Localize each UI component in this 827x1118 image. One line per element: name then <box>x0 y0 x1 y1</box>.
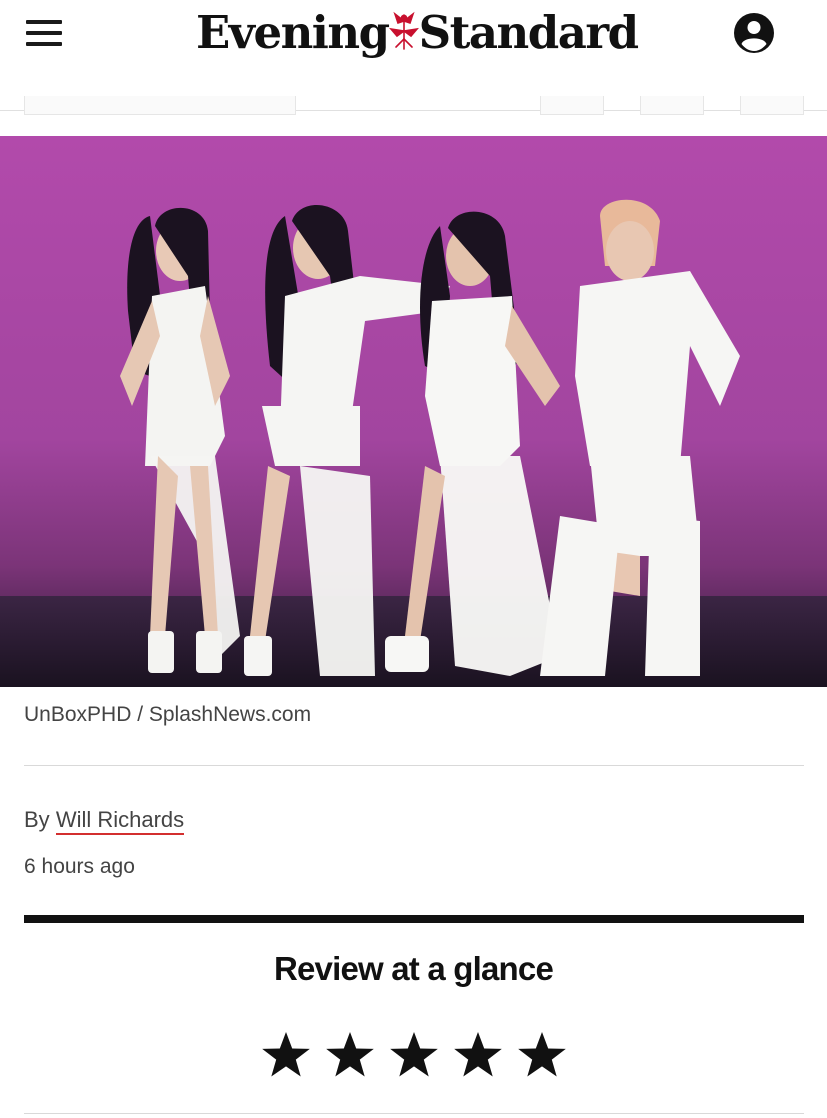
byline-prefix: By <box>24 807 50 832</box>
hamburger-menu-icon[interactable] <box>26 20 62 46</box>
nav-placeholder-2 <box>640 96 704 115</box>
concert-photo <box>0 136 827 687</box>
star-icon <box>389 1032 438 1077</box>
nav-placeholder-search <box>24 96 296 115</box>
site-header: Evening Standard <box>0 0 827 115</box>
logo-emblem-icon <box>388 11 419 50</box>
star-rating <box>0 1030 827 1080</box>
logo-text-right: Standard <box>418 5 639 59</box>
star-icon <box>325 1032 374 1077</box>
divider <box>24 765 804 766</box>
hero-image[interactable] <box>0 136 827 687</box>
publish-timestamp: 6 hours ago <box>24 855 135 878</box>
site-logo[interactable]: Evening Standard <box>196 2 639 62</box>
byline: By Will Richards <box>24 807 185 835</box>
star-icon <box>453 1032 502 1077</box>
nav-placeholder-3 <box>740 96 804 115</box>
user-account-icon[interactable] <box>732 11 776 55</box>
star-icon <box>261 1032 310 1077</box>
section-divider <box>24 915 804 923</box>
divider <box>24 1113 804 1114</box>
nav-placeholder-1 <box>540 96 604 115</box>
author-link[interactable]: Will Richards <box>55 807 185 835</box>
photo-credit: UnBoxPHD / SplashNews.com <box>24 703 312 726</box>
logo-text-left: Evening <box>196 5 390 59</box>
review-heading: Review at a glance <box>273 950 554 987</box>
star-icon <box>517 1032 566 1077</box>
